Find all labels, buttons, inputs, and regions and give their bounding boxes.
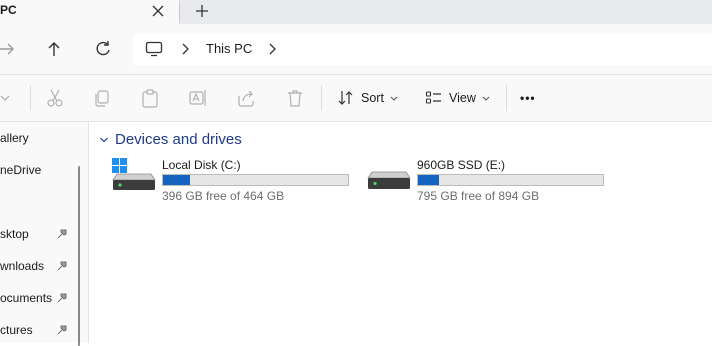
tab-strip: PC [0,0,712,24]
address-bar[interactable]: This PC [133,33,712,65]
sidebar-item-pictures[interactable]: ctures [0,323,76,337]
pin-icon[interactable] [57,261,67,272]
os-drive-icon [112,158,156,190]
sidebar-item-downloads[interactable]: wnloads [0,259,76,273]
computer-icon [145,41,163,57]
tab-divider [179,4,180,20]
tab-this-pc[interactable]: PC [0,0,180,24]
chevron-down-icon [482,96,490,101]
breadcrumb-this-pc[interactable]: This PC [206,41,252,56]
sidebar-item-onedrive[interactable]: neDrive [0,163,41,177]
view-label: View [449,91,476,105]
main-content: Devices and drives Local Disk (C:) 396 G… [89,122,712,343]
chevron-down-icon[interactable] [99,135,109,145]
sidebar-item-label: ocuments [0,291,53,305]
drive-tile-e[interactable]: 960GB SSD (E:) 795 GB free of 894 GB [366,158,616,208]
delete-icon[interactable] [285,88,305,108]
sort-icon [338,91,353,105]
toolbar-divider [30,85,31,111]
navigation-pane: allery neDrive sktop wnloads ocuments ct… [0,122,89,346]
chevron-right-icon[interactable] [180,43,190,55]
copy-icon[interactable] [92,88,112,108]
chevron-right-icon[interactable] [267,43,277,55]
sort-button[interactable]: Sort [337,85,398,111]
drive-usage-bar [162,174,349,186]
drive-free-space: 795 GB free of 894 GB [417,189,540,203]
drive-name: 960GB SSD (E:) [417,158,506,172]
refresh-icon[interactable] [90,36,116,62]
drive-tile-c[interactable]: Local Disk (C:) 396 GB free of 464 GB [111,158,361,208]
pin-icon[interactable] [57,293,67,304]
sidebar-item-desktop[interactable]: sktop [0,227,76,241]
drive-name: Local Disk (C:) [162,158,241,172]
close-icon[interactable] [147,0,169,22]
rename-icon[interactable] [188,88,208,108]
sidebar-item-gallery[interactable]: allery [0,131,29,145]
sort-label: Sort [361,91,384,105]
toolbar-divider [506,85,507,111]
chevron-down-icon [390,96,398,101]
command-bar: Sort View ••• [0,75,712,122]
more-options-button[interactable]: ••• [520,85,536,111]
toolbar-divider [321,85,322,111]
plus-icon[interactable] [190,0,214,22]
drive-usage-fill [163,175,191,185]
section-devices-and-drives[interactable]: Devices and drives [99,131,242,148]
tab-title: PC [0,3,17,17]
paste-icon[interactable] [140,88,160,108]
share-icon[interactable] [236,88,256,108]
sidebar-item-label: ctures [0,323,33,337]
drive-usage-fill [418,175,439,185]
section-title: Devices and drives [115,131,242,148]
pin-icon[interactable] [57,325,67,336]
sidebar-item-label: sktop [0,227,29,241]
sidebar-item-label: wnloads [0,259,45,273]
sidebar-item-label: allery [0,131,29,145]
drive-usage-bar [417,174,604,186]
view-list-icon [425,91,441,104]
chevron-down-icon[interactable] [0,88,12,108]
forward-arrow-icon[interactable] [0,36,20,62]
view-button[interactable]: View [425,85,490,111]
up-arrow-icon[interactable] [41,36,67,62]
drive-free-space: 396 GB free of 464 GB [162,189,285,203]
navigation-bar: This PC [0,24,712,75]
cut-icon[interactable] [45,88,65,108]
sidebar-item-label: neDrive [0,163,42,177]
sidebar-scrollbar[interactable] [78,166,80,346]
sidebar-item-documents[interactable]: ocuments [0,291,76,305]
pin-icon[interactable] [57,229,67,240]
drive-icon [367,171,411,189]
